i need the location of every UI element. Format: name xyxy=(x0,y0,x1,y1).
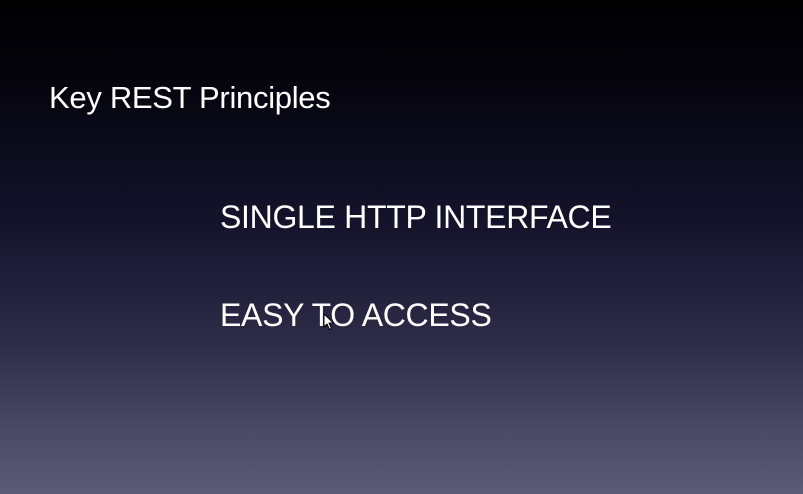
slide-title: Key REST Principles xyxy=(49,80,331,115)
bullet-easy-to-access: EASY TO ACCESS xyxy=(220,297,492,333)
mouse-pointer-icon xyxy=(323,313,334,330)
bullet-single-http-interface: SINGLE HTTP INTERFACE xyxy=(220,199,612,235)
presentation-slide: Key REST Principles SINGLE HTTP INTERFAC… xyxy=(0,0,803,494)
